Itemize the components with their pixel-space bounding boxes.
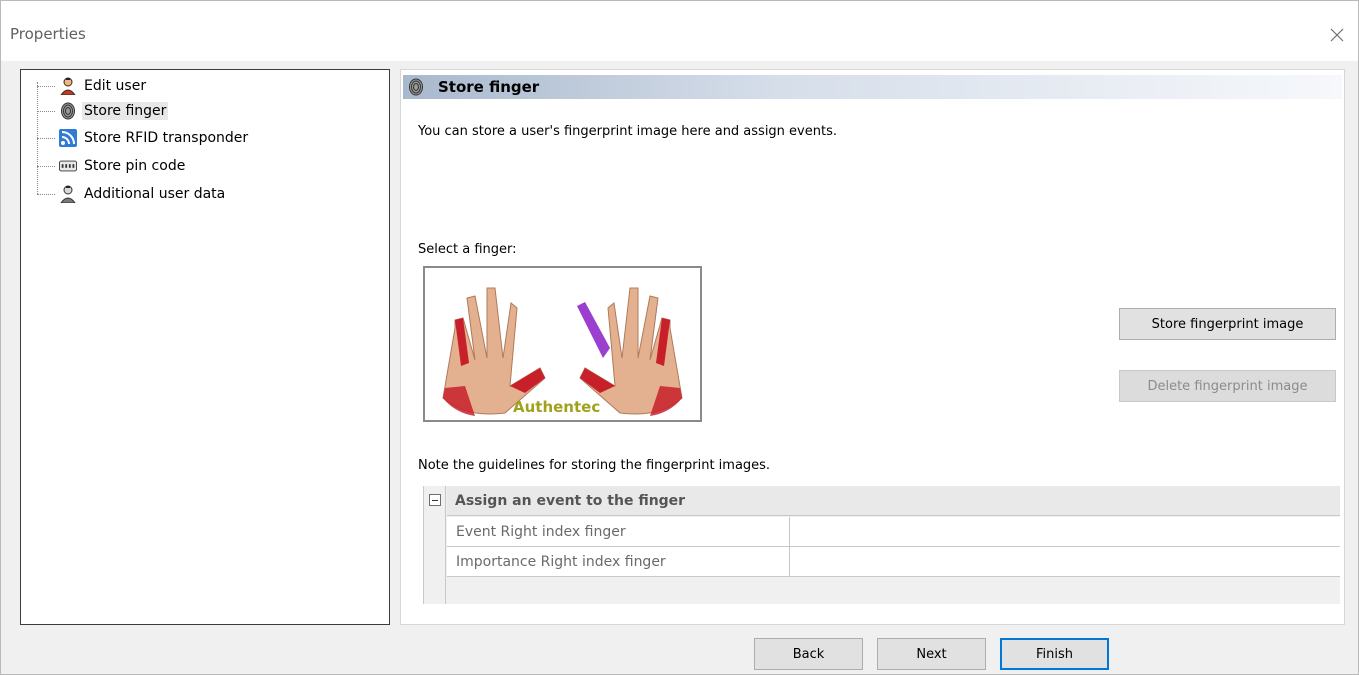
grid-category-label: Assign an event to the finger xyxy=(455,492,686,509)
user-icon xyxy=(59,77,77,95)
property-grid: Assign an event to the finger Event Righ… xyxy=(423,486,1340,604)
rfid-icon xyxy=(59,129,77,147)
brand-label: Authentec xyxy=(513,398,601,416)
tree-item-store-rfid[interactable]: Store RFID transponder xyxy=(37,126,250,150)
close-button[interactable] xyxy=(1322,21,1352,49)
grid-row-value[interactable] xyxy=(791,547,1340,576)
grid-empty-area xyxy=(447,577,1340,604)
description-text: You can store a user's fingerprint image… xyxy=(418,124,837,139)
tree-item-label: Store finger xyxy=(82,102,169,120)
next-button[interactable]: Next xyxy=(877,638,986,670)
title-bar: Properties xyxy=(1,1,1358,61)
fingerprint-icon xyxy=(408,78,426,96)
window-title: Properties xyxy=(10,25,86,43)
left-hand xyxy=(442,287,546,416)
finger-selector[interactable]: Authentec xyxy=(423,266,702,422)
tree-item-label: Additional user data xyxy=(84,186,226,202)
section-header: Store finger xyxy=(403,75,1342,99)
navigation-tree: Edit user Store finger Store RFID transp… xyxy=(20,69,390,625)
grid-row-value[interactable] xyxy=(791,517,1340,546)
guidelines-note: Note the guidelines for storing the fing… xyxy=(418,458,771,473)
grid-row-name: Importance Right index finger xyxy=(447,547,790,576)
tree-item-store-pin-code[interactable]: Store pin code xyxy=(37,154,187,178)
grid-row-name: Event Right index finger xyxy=(447,517,790,546)
grid-gutter xyxy=(424,486,446,604)
collapse-toggle[interactable] xyxy=(429,494,441,506)
tree-item-label: Edit user xyxy=(84,78,147,94)
selected-finger-right-index xyxy=(577,302,610,358)
section-title: Store finger xyxy=(438,78,540,96)
grid-category-row[interactable]: Assign an event to the finger xyxy=(447,486,1340,516)
tree-item-edit-user[interactable]: Edit user xyxy=(37,74,148,98)
tree-item-additional-user-data[interactable]: Additional user data xyxy=(37,182,227,206)
close-icon xyxy=(1330,28,1344,42)
delete-fingerprint-button[interactable]: Delete fingerprint image xyxy=(1119,370,1336,402)
grid-row-event[interactable]: Event Right index finger xyxy=(447,517,1340,547)
grid-row-importance[interactable]: Importance Right index finger xyxy=(447,547,1340,577)
store-fingerprint-button[interactable]: Store fingerprint image xyxy=(1119,308,1336,340)
minus-icon xyxy=(432,499,438,501)
finish-button[interactable]: Finish xyxy=(1000,638,1109,670)
tree-item-store-finger[interactable]: Store finger xyxy=(37,99,169,123)
tree-item-label: Store pin code xyxy=(84,158,186,174)
tree-item-label: Store RFID transponder xyxy=(84,130,249,146)
user-data-icon xyxy=(59,185,77,203)
select-finger-label: Select a finger: xyxy=(418,242,517,257)
right-hand xyxy=(577,287,683,416)
keypad-icon xyxy=(59,157,77,175)
back-button[interactable]: Back xyxy=(754,638,863,670)
content-panel: Store finger You can store a user's fing… xyxy=(400,69,1345,625)
fingerprint-icon xyxy=(59,102,77,120)
properties-window: Properties Edit user Store finger Store … xyxy=(0,0,1359,675)
